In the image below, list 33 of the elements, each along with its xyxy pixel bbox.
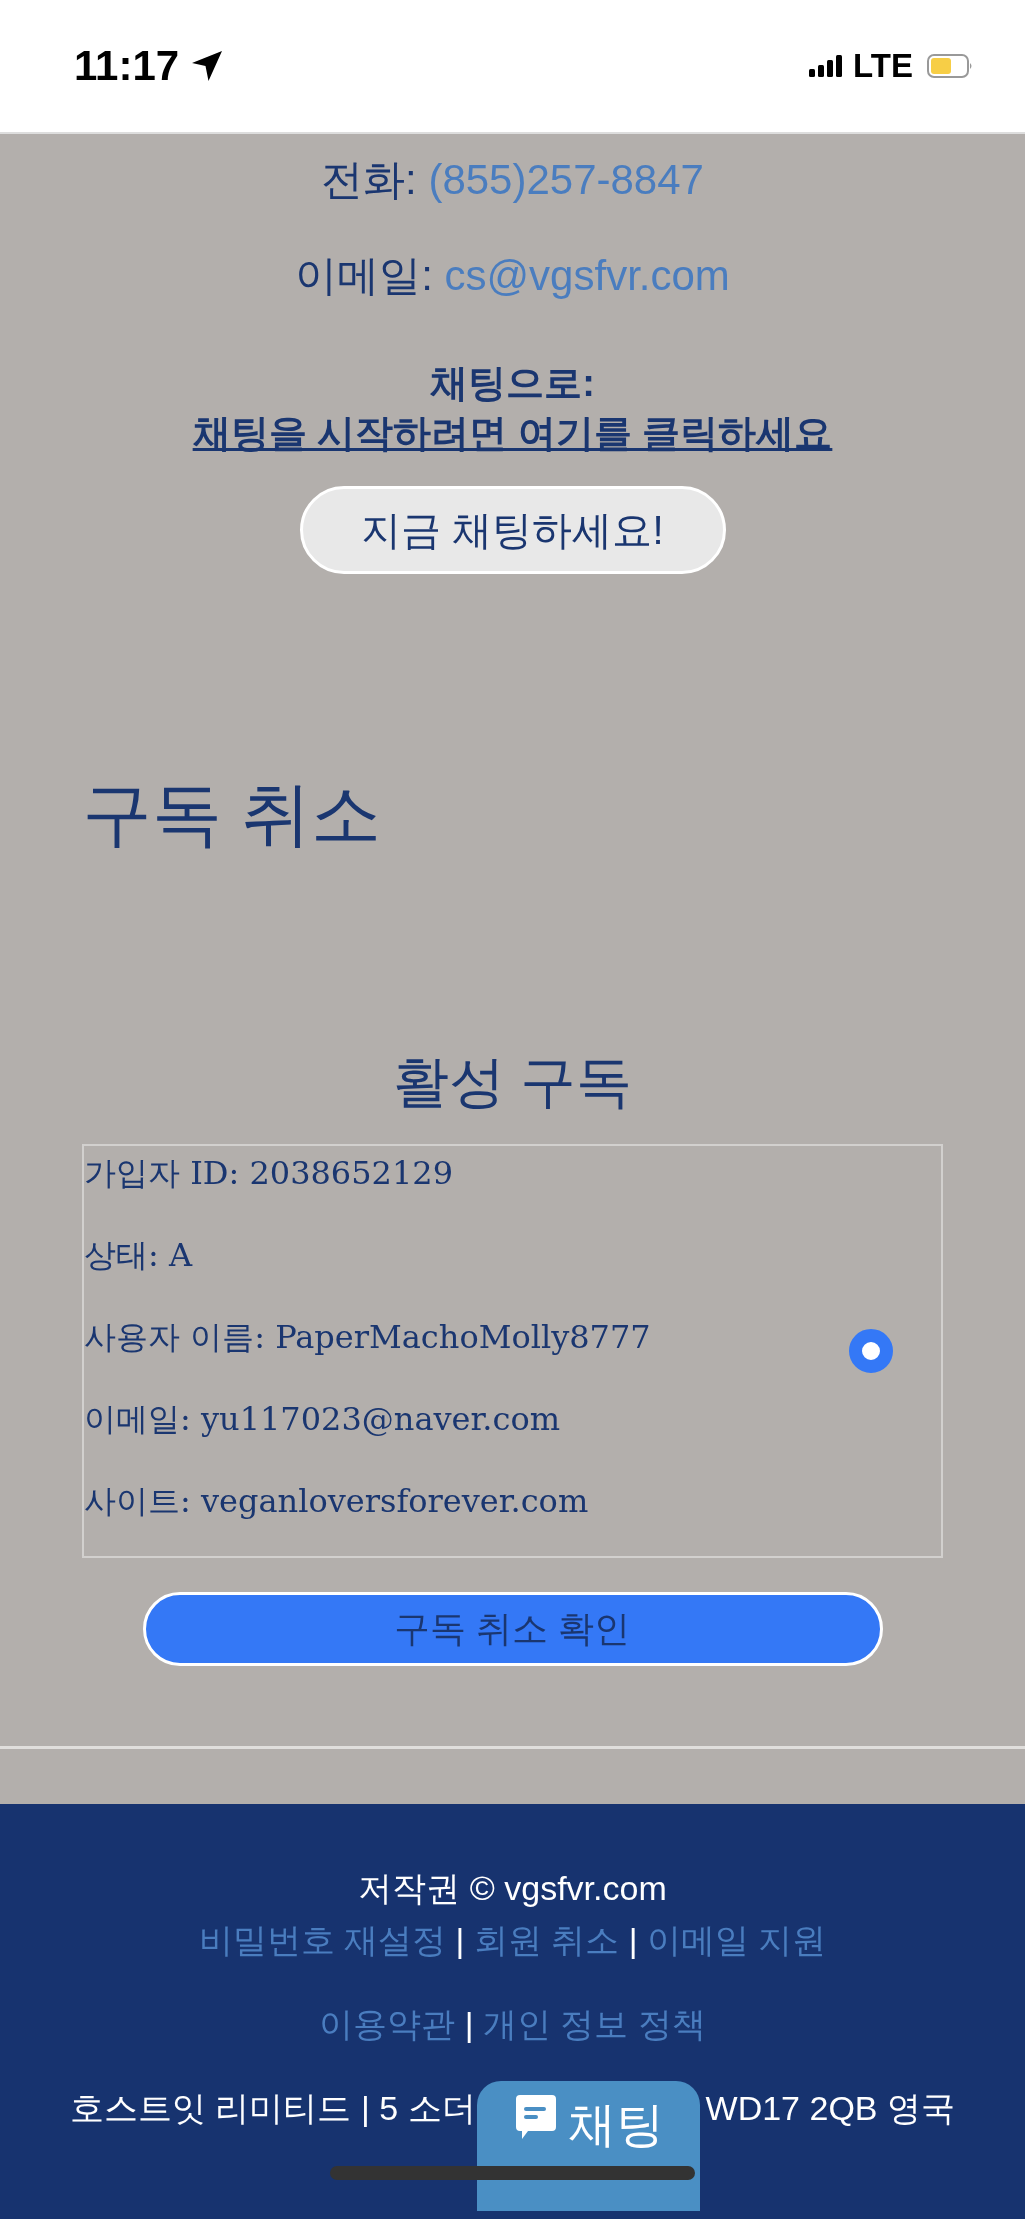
subscription-detail: 상태: A xyxy=(84,1235,194,1276)
subscription-detail: 이메일: yu117023@naver.com xyxy=(84,1399,561,1440)
footer-link[interactable]: 이메일 지원 xyxy=(646,1921,827,1959)
radio-button[interactable] xyxy=(849,1329,893,1373)
address-text: WD17 2QB 영국 xyxy=(705,2088,955,2129)
footer-link[interactable]: 이용약관 xyxy=(319,2005,456,2043)
subscription-detail: 가입자 ID: 2038652129 xyxy=(84,1153,454,1194)
signal-icon xyxy=(809,55,844,77)
separator: | xyxy=(628,1921,638,1959)
battery-icon xyxy=(927,54,973,78)
page-title: 구독 취소 xyxy=(82,774,383,854)
chat-now-button[interactable]: 지금 채팅하세요! xyxy=(299,486,726,574)
confirm-cancel-button[interactable]: 구독 취소 확인 xyxy=(142,1592,883,1666)
network-label: LTE xyxy=(853,47,913,85)
footer-link[interactable]: 비밀번호 재설정 xyxy=(198,1921,446,1959)
email-link[interactable]: cs@vgsfvr.com xyxy=(444,252,730,299)
separator: | xyxy=(455,1921,465,1959)
phone-label: 전화: xyxy=(321,156,417,203)
subscription-detail: 사용자 이름: PaperMachoMolly8777 xyxy=(84,1317,651,1358)
chat-link[interactable]: 채팅을 시작하려면 여기를 클릭하세요 xyxy=(192,412,833,454)
clock: 11:17 xyxy=(74,42,180,90)
address-text: 호스트잇 리미티드 | 5 소더 xyxy=(70,2088,476,2129)
chat-bubble-icon xyxy=(513,2093,558,2141)
phone-link[interactable]: (855)257-8847 xyxy=(428,156,704,203)
chat-label: 채팅으로: xyxy=(429,361,596,406)
subscription-detail: 사이트: veganloversforever.com xyxy=(84,1481,590,1522)
separator: | xyxy=(464,2005,474,2043)
chat-widget-button[interactable]: 채팅 xyxy=(477,2081,700,2211)
footer-link[interactable]: 개인 정보 정책 xyxy=(482,2005,706,2043)
copyright-text: 저작권 © vgsfvr.com xyxy=(358,1868,667,1909)
section-title: 활성 구독 xyxy=(391,1050,634,1114)
footer-link[interactable]: 회원 취소 xyxy=(473,1921,620,1959)
email-label: 이메일: xyxy=(295,252,433,299)
